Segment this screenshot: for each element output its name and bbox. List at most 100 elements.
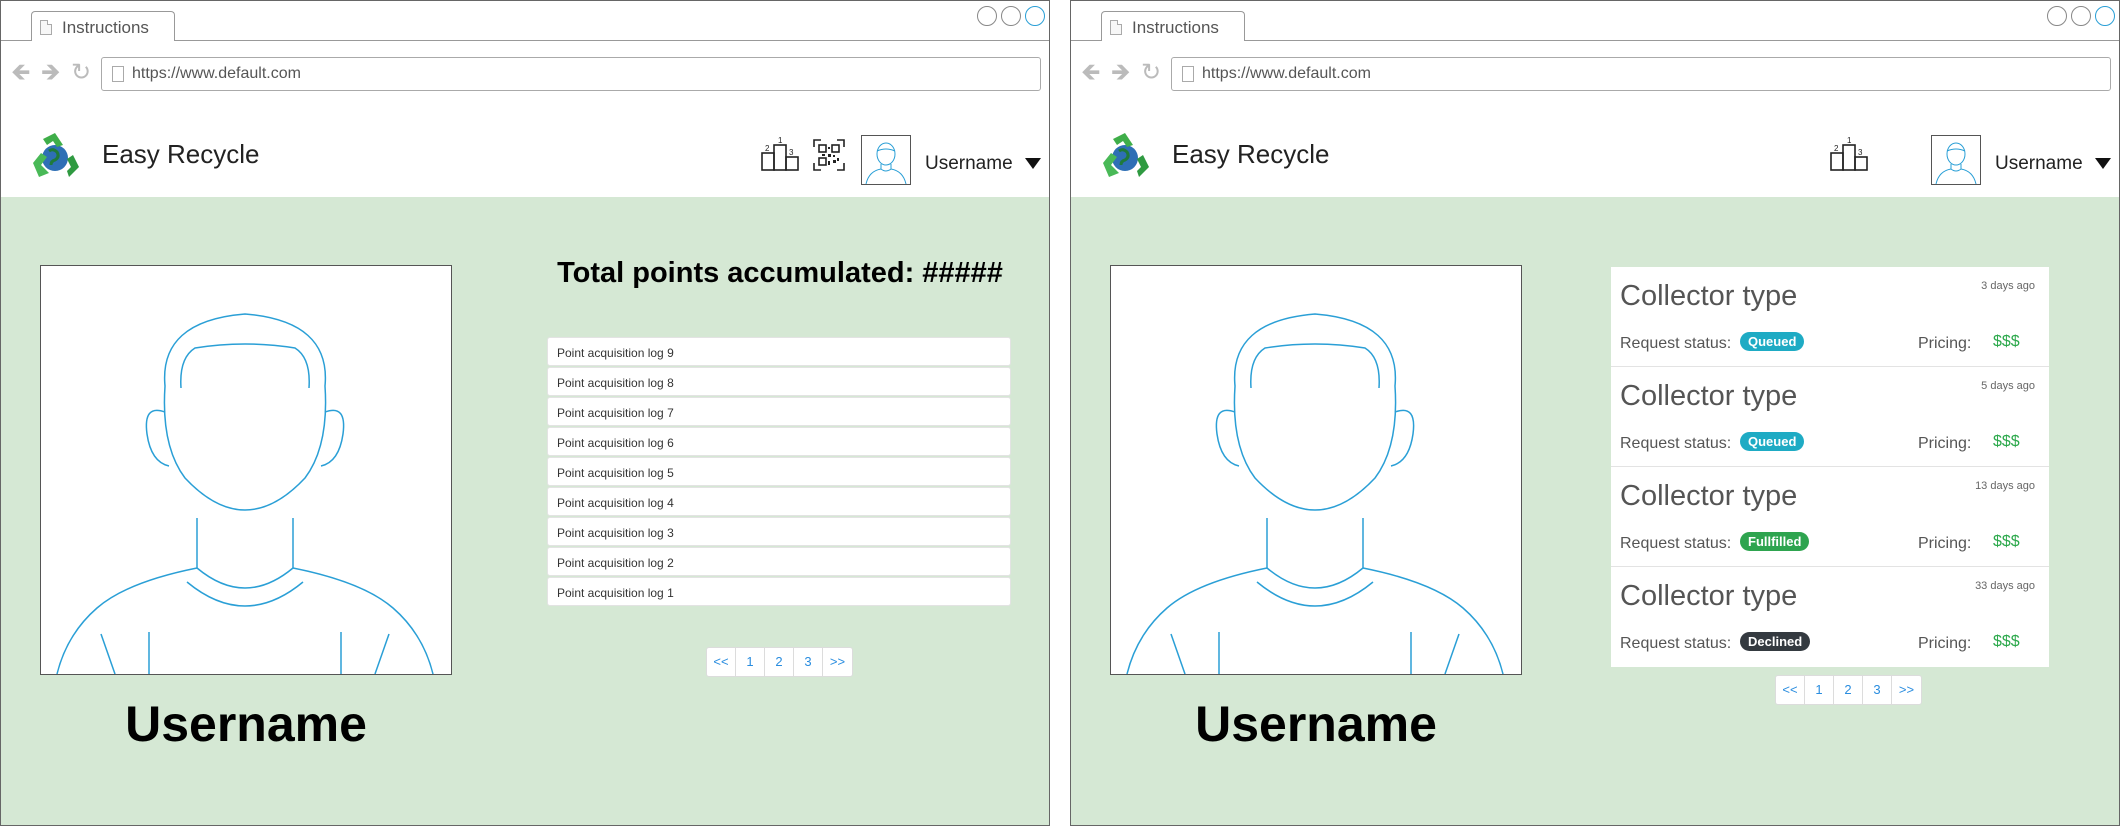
collector-type: Collector type [1620, 480, 1798, 512]
url-text: https://www.default.com [1202, 65, 1371, 82]
request-time: 5 days ago [1981, 380, 2035, 392]
page-icon [112, 66, 124, 82]
reload-icon[interactable]: ↻ [1141, 61, 1161, 85]
leaderboard-icon[interactable]: 1 2 3 [1830, 137, 1868, 171]
pagination-page-1[interactable]: 1 [1805, 676, 1834, 704]
leaderboard-icon[interactable]: 1 2 3 [761, 137, 799, 171]
close-button[interactable] [1025, 6, 1045, 26]
username-label: Username [925, 153, 1013, 174]
avatar[interactable] [1931, 135, 1981, 185]
request-card[interactable]: Collector type 13 days ago Request statu… [1611, 467, 2049, 567]
list-item[interactable]: Point acquisition log 7 [547, 397, 1011, 426]
pagination-page-2[interactable]: 2 [765, 648, 794, 676]
pagination-first[interactable]: << [1776, 676, 1805, 704]
browser-chrome: Instructions 🡸 🡺 ↻ https://www.default.c… [1, 1, 1049, 112]
price-value: $$$ [1993, 433, 2020, 450]
user-menu[interactable]: Username [1995, 153, 2111, 175]
list-item[interactable]: Point acquisition log 6 [547, 427, 1011, 456]
list-item[interactable]: Point acquisition log 8 [547, 367, 1011, 396]
price-value: $$$ [1993, 533, 2020, 550]
request-status-label: Request status: [1620, 535, 1732, 552]
collector-type: Collector type [1620, 380, 1798, 412]
profile-content: Username Total points accumulated: #####… [1, 197, 1049, 825]
address-bar[interactable]: https://www.default.com [1171, 57, 2111, 91]
recycle-logo[interactable] [29, 131, 81, 183]
pagination-page-3[interactable]: 3 [794, 648, 823, 676]
request-list: Collector type 3 days ago Request status… [1611, 267, 2049, 667]
user-menu[interactable]: Username [925, 153, 1041, 175]
browser-chrome: Instructions 🡸 🡺 ↻ https://www.default.c… [1071, 1, 2119, 112]
request-card[interactable]: Collector type 33 days ago Request statu… [1611, 567, 2049, 667]
profile-picture [1110, 265, 1522, 675]
collector-type: Collector type [1620, 280, 1798, 312]
pagination: << 1 2 3 >> [706, 647, 853, 677]
request-time: 33 days ago [1975, 580, 2035, 592]
pricing-label: Pricing: [1918, 535, 1972, 552]
list-item[interactable]: Point acquisition log 9 [547, 337, 1011, 366]
pricing-label: Pricing: [1918, 335, 1972, 352]
minimize-button[interactable] [2047, 6, 2067, 26]
pagination-page-2[interactable]: 2 [1834, 676, 1863, 704]
pagination-page-1[interactable]: 1 [736, 648, 765, 676]
maximize-button[interactable] [1001, 6, 1021, 26]
svg-text:3: 3 [1858, 148, 1863, 157]
collector-type: Collector type [1620, 580, 1798, 612]
qr-code-icon[interactable] [813, 139, 845, 171]
forward-arrow-icon[interactable]: 🡺 [1111, 61, 1131, 85]
list-item[interactable]: Point acquisition log 1 [547, 577, 1011, 606]
back-arrow-icon[interactable]: 🡸 [11, 61, 31, 85]
points-log-list: Point acquisition log 9 Point acquisitio… [547, 337, 1011, 607]
price-value: $$$ [1993, 333, 2020, 350]
request-status-label: Request status: [1620, 335, 1732, 352]
pricing-label: Pricing: [1918, 635, 1972, 652]
caret-down-icon [1024, 158, 1041, 170]
pagination-first[interactable]: << [707, 648, 736, 676]
maximize-button[interactable] [2071, 6, 2091, 26]
profile-username: Username [1195, 696, 1437, 752]
request-card[interactable]: Collector type 5 days ago Request status… [1611, 367, 2049, 467]
request-card[interactable]: Collector type 3 days ago Request status… [1611, 267, 2049, 367]
address-bar[interactable]: https://www.default.com [101, 57, 1041, 91]
request-status-label: Request status: [1620, 435, 1732, 452]
pricing-label: Pricing: [1918, 435, 1972, 452]
window-controls [977, 6, 1045, 26]
forward-arrow-icon[interactable]: 🡺 [41, 61, 61, 85]
list-item[interactable]: Point acquisition log 2 [547, 547, 1011, 576]
status-badge: Declined [1740, 632, 1811, 651]
pagination-last[interactable]: >> [823, 648, 852, 676]
list-item[interactable]: Point acquisition log 4 [547, 487, 1011, 516]
page-icon [1110, 20, 1122, 35]
caret-down-icon [2094, 158, 2111, 170]
avatar[interactable] [861, 135, 911, 185]
price-value: $$$ [1993, 633, 2020, 650]
username-label: Username [1995, 153, 2083, 174]
pagination-page-3[interactable]: 3 [1863, 676, 1892, 704]
app-header: Easy Recycle 1 2 3 Username [1, 111, 1049, 198]
app-title: Easy Recycle [1172, 139, 1330, 169]
page-icon [1182, 66, 1194, 82]
list-item[interactable]: Point acquisition log 5 [547, 457, 1011, 486]
recycle-logo[interactable] [1099, 131, 1151, 183]
reload-icon[interactable]: ↻ [71, 61, 91, 85]
url-text: https://www.default.com [132, 65, 301, 82]
request-time: 13 days ago [1975, 480, 2035, 492]
close-button[interactable] [2095, 6, 2115, 26]
svg-text:1: 1 [1847, 137, 1852, 145]
browser-tab[interactable]: Instructions [1101, 11, 1245, 41]
svg-text:3: 3 [789, 148, 794, 157]
browser-window-right: Instructions 🡸 🡺 ↻ https://www.default.c… [1070, 0, 2120, 826]
profile-username: Username [125, 696, 367, 752]
pagination-last[interactable]: >> [1892, 676, 1921, 704]
app-title: Easy Recycle [102, 139, 260, 169]
status-badge: Queued [1740, 332, 1805, 351]
list-item[interactable]: Point acquisition log 3 [547, 517, 1011, 546]
minimize-button[interactable] [977, 6, 997, 26]
tab-label: Instructions [1132, 18, 1219, 37]
window-controls [2047, 6, 2115, 26]
browser-tab[interactable]: Instructions [31, 11, 175, 41]
svg-text:2: 2 [1834, 144, 1839, 153]
status-badge: Queued [1740, 432, 1805, 451]
back-arrow-icon[interactable]: 🡸 [1081, 61, 1101, 85]
profile-picture [40, 265, 452, 675]
svg-text:2: 2 [765, 144, 770, 153]
